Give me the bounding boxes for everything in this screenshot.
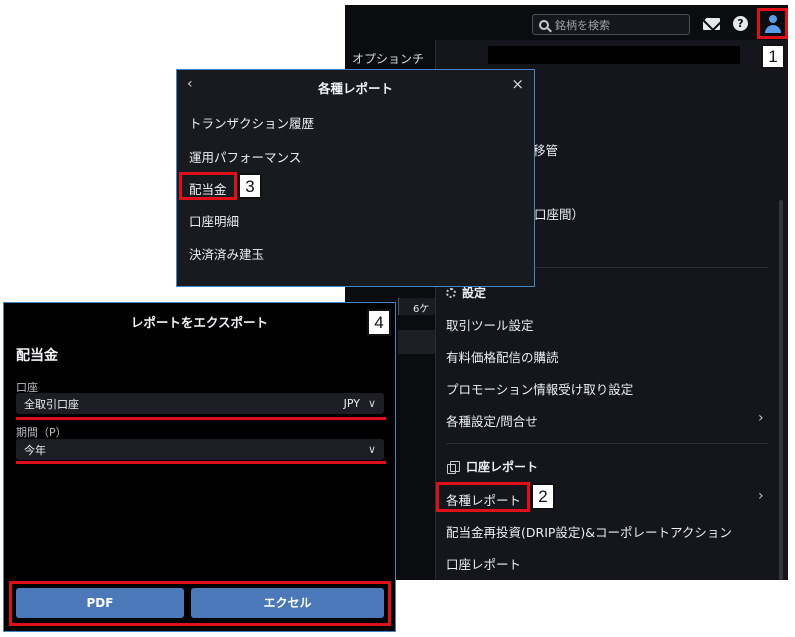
menu-item-settings-inquiry[interactable]: 各種設定/問合せ [446, 411, 538, 430]
account-select[interactable]: 全取引口座 JPY ∨ [16, 393, 384, 414]
menu-item-account-report[interactable]: 口座レポート [446, 554, 521, 573]
period-value: 今年 [24, 443, 46, 457]
options-tab[interactable]: オプションチ [352, 50, 424, 67]
reports-panel: ‹ 各種レポート × トランザクション履歴 運用パフォーマンス 配当金 3 口座… [176, 69, 535, 287]
help-icon[interactable]: ? [733, 16, 748, 31]
chevron-down-icon: ∨ [367, 397, 376, 410]
menu-item-transfer-partial[interactable]: 移管 [533, 140, 558, 159]
callout-3: 3 [238, 173, 262, 199]
documents-icon [447, 461, 460, 474]
reports-panel-title: 各種レポート [317, 81, 393, 96]
export-excel-button[interactable]: エクセル [191, 588, 384, 618]
masked-account-id [488, 46, 740, 64]
close-icon[interactable]: × [511, 75, 524, 93]
callout-4: 4 [367, 309, 391, 336]
highlight-box-4: PDF エクセル [9, 581, 391, 626]
account-value: 全取引口座 [24, 397, 79, 411]
report-item-performance[interactable]: 運用パフォーマンス [189, 147, 301, 166]
export-report-dialog: レポートをエクスポート 4 配当金 口座 全取引口座 JPY ∨ 期間（P） 今… [3, 302, 396, 632]
menu-scrollbar[interactable] [779, 200, 783, 580]
period-select[interactable]: 今年 ∨ [16, 439, 384, 460]
highlight-underline [16, 461, 386, 464]
mail-icon[interactable] [703, 18, 720, 30]
symbol-search-input[interactable]: 銘柄を検索 [532, 14, 690, 35]
menu-item-paid-price-feed[interactable]: 有料価格配信の購読 [446, 347, 559, 366]
chevron-down-icon: ∨ [367, 443, 376, 456]
menu-item-drip-corporate-action[interactable]: 配当金再投資(DRIP設定)&コーポレートアクション [446, 522, 732, 541]
report-item-closed-positions[interactable]: 決済済み建玉 [189, 244, 264, 263]
account-report-section-header: 口座レポート [447, 458, 538, 475]
chevron-right-icon: › [758, 488, 764, 504]
highlight-underline [16, 417, 386, 420]
menu-item-inter-account-partial[interactable]: 口座間） [534, 204, 584, 223]
menu-item-trading-tool-settings[interactable]: 取引ツール設定 [446, 315, 534, 334]
chart-toolbar [398, 330, 435, 354]
chevron-right-icon: › [758, 410, 764, 426]
user-icon [769, 15, 777, 23]
period-selector[interactable]: 6ケ [398, 298, 435, 315]
report-item-dividends[interactable]: 配当金 [189, 179, 227, 198]
menu-divider [446, 443, 768, 444]
search-icon [539, 19, 549, 30]
callout-1: 1 [761, 44, 785, 69]
menu-item-various-reports[interactable]: 各種レポート [446, 490, 521, 509]
period-6m-button[interactable]: 6ケ [413, 300, 429, 315]
currency-value: JPY [343, 397, 360, 410]
user-account-button[interactable] [757, 8, 788, 39]
report-item-transaction-history[interactable]: トランザクション履歴 [189, 113, 314, 132]
search-placeholder: 銘柄を検索 [555, 18, 610, 32]
gear-icon [446, 287, 456, 298]
report-item-account-statement[interactable]: 口座明細 [189, 211, 239, 230]
export-pdf-button[interactable]: PDF [16, 588, 184, 618]
period-label: 期間（P） [16, 426, 67, 439]
report-type-heading: 配当金 [16, 348, 58, 364]
callout-2: 2 [531, 483, 555, 510]
menu-item-promotion-settings[interactable]: プロモーション情報受け取り設定 [446, 379, 633, 398]
export-dialog-title: レポートをエクスポート [130, 315, 269, 330]
